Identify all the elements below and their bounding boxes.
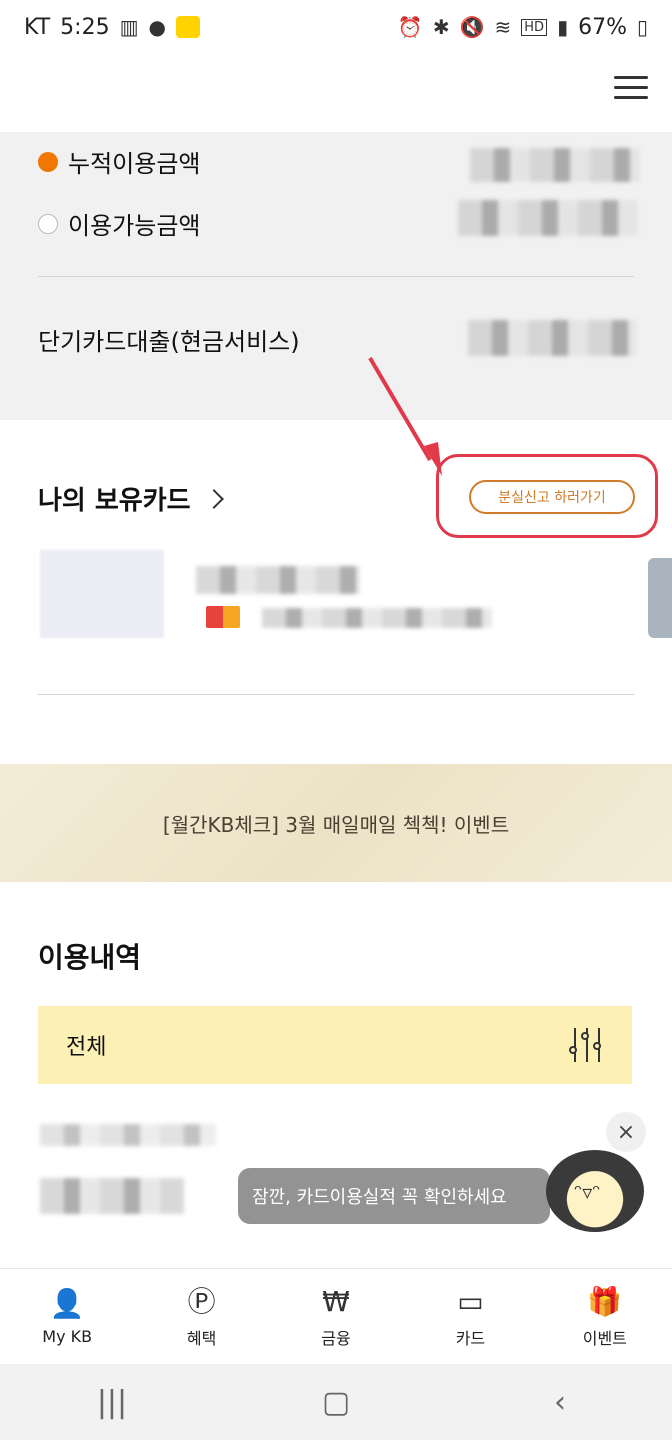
card-name-redacted — [196, 566, 360, 594]
mascot-character-icon[interactable]: ᵔ▿ᵔ — [546, 1150, 644, 1232]
my-cards-title: 나의 보유카드 — [38, 486, 191, 516]
wifi-icon: ≋ — [494, 15, 512, 39]
annotation-highlight-box: 분실신고 하러가기 — [436, 454, 658, 538]
card-number-redacted — [262, 608, 492, 628]
divider — [38, 276, 634, 277]
usage-filter-bar[interactable]: 전체 — [38, 1006, 632, 1084]
app-header — [0, 54, 672, 132]
event-banner-text: [월간KB체크] 3월 매일매일 첵첵! 이벤트 — [162, 812, 510, 837]
nav-benefits-label: 혜택 — [186, 1328, 217, 1348]
carrier-label: KT — [24, 14, 51, 40]
signal-icon: ▮ — [557, 15, 569, 39]
nav-my-kb-label: My KB — [42, 1327, 93, 1346]
mute-icon: 🔇 — [459, 15, 485, 39]
alarm-icon: ⏰ — [397, 15, 423, 39]
bluetooth-icon: ✱ — [432, 15, 450, 39]
orange-dot-icon — [38, 151, 58, 172]
nav-finance-label: 금융 — [321, 1328, 351, 1348]
limit-summary-section: 누적이용금액 이용가능금액 단기카드대출(현금서비스) — [0, 132, 672, 420]
benefit-bag-icon: Ⓟ — [187, 1284, 216, 1318]
empty-dot-icon — [38, 213, 58, 234]
recent-apps-icon[interactable]: ||| — [82, 1385, 142, 1420]
report-lost-card-button[interactable]: 분실신고 하러가기 — [469, 480, 635, 514]
kakaotalk-icon — [175, 16, 200, 38]
history-date-redacted — [40, 1124, 216, 1146]
card-icon: ▭ — [457, 1284, 484, 1318]
finance-won-icon: ₩ — [322, 1284, 350, 1318]
chevron-right-icon — [203, 488, 224, 509]
card-image-redacted[interactable] — [40, 550, 164, 638]
person-icon: 👤 — [49, 1287, 85, 1320]
battery-percent: 67% — [578, 14, 627, 40]
status-bar: KT 5:25 ▥ ● ⏰ ✱ 🔇 ≋ HD ▮ 67% ▯ — [0, 0, 672, 54]
toast-text: 잠깐, 카드이용실적 꼭 확인하세요 — [252, 1187, 507, 1208]
divider — [38, 694, 634, 695]
home-icon[interactable]: ▢ — [306, 1385, 366, 1420]
hd-icon: HD — [521, 18, 548, 36]
filter-settings-icon[interactable] — [569, 1028, 604, 1062]
available-amount-value-redacted — [458, 200, 638, 236]
mascot-face: ᵔ▿ᵔ — [574, 1180, 601, 1204]
nav-finance[interactable]: ₩ 금융 — [269, 1269, 403, 1364]
mastercard-icon — [206, 606, 240, 628]
accumulated-amount-label: 누적이용금액 — [68, 150, 201, 178]
chat-bubble-icon: ● — [148, 15, 166, 39]
clock: 5:25 — [60, 14, 110, 40]
nav-my-kb[interactable]: 👤 My KB — [0, 1269, 134, 1364]
usage-reminder-toast[interactable]: 잠깐, 카드이용실적 꼭 확인하세요 — [238, 1168, 550, 1224]
battery-icon: ▯ — [636, 15, 648, 39]
nav-event[interactable]: 🎁 이벤트 — [538, 1269, 672, 1364]
bottom-nav: 👤 My KB Ⓟ 혜택 ₩ 금융 ▭ 카드 🎁 이벤트 — [0, 1268, 672, 1364]
nav-event-label: 이벤트 — [582, 1328, 627, 1348]
cash-service-label: 단기카드대출(현금서비스) — [38, 328, 300, 356]
available-amount-row: 이용가능금액 — [38, 206, 200, 241]
back-icon[interactable]: ‹ — [530, 1385, 590, 1420]
next-card-peek[interactable] — [648, 558, 672, 638]
menu-icon[interactable] — [614, 74, 648, 102]
chart-icon: ▥ — [119, 15, 139, 39]
event-banner[interactable]: [월간KB체크] 3월 매일매일 첵첵! 이벤트 — [0, 764, 672, 882]
annotation-arrow-icon — [368, 356, 442, 476]
usage-history-title: 이용내역 — [38, 941, 142, 974]
close-toast-button[interactable]: × — [606, 1112, 646, 1152]
history-amount-redacted — [40, 1178, 184, 1214]
nav-card[interactable]: ▭ 카드 — [403, 1269, 537, 1364]
nav-benefits[interactable]: Ⓟ 혜택 — [134, 1269, 268, 1364]
available-amount-label: 이용가능금액 — [68, 212, 201, 240]
cash-service-value-redacted — [468, 320, 636, 356]
my-cards-link[interactable]: 나의 보유카드 — [38, 480, 224, 517]
gift-icon: 🎁 — [587, 1284, 623, 1318]
filter-label: 전체 — [66, 1035, 107, 1060]
accumulated-amount-value-redacted — [470, 148, 640, 182]
system-nav-bar: ||| ▢ ‹ — [0, 1364, 672, 1440]
nav-card-label: 카드 — [455, 1328, 486, 1348]
accumulated-amount-row: 누적이용금액 — [38, 144, 200, 179]
my-cards-section: 나의 보유카드 분실신고 하러가기 — [0, 356, 672, 764]
